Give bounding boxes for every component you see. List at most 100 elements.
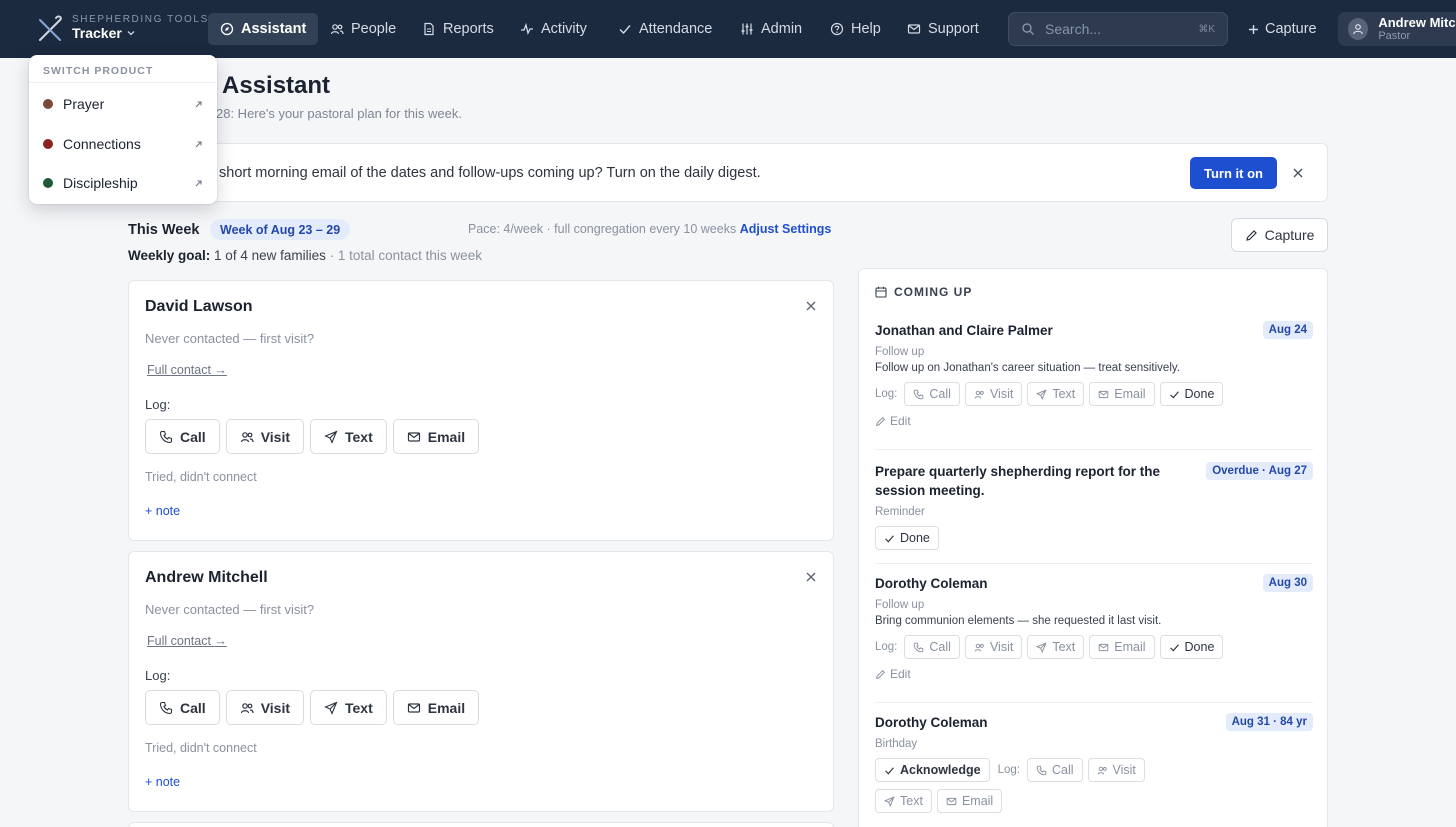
mark-done-button[interactable]: Done — [1159, 382, 1224, 406]
close-icon[interactable] — [805, 300, 817, 312]
log-text-button[interactable]: Text — [875, 789, 932, 813]
log-email-button[interactable]: Email — [392, 690, 480, 725]
acknowledge-button[interactable]: Acknowledge — [875, 758, 990, 782]
coming-up-panel: COMING UP Jonathan and Claire Palmer Aug… — [858, 268, 1328, 827]
search-box[interactable]: ⌘K — [1008, 12, 1228, 46]
mail-icon — [1098, 389, 1109, 400]
nav-support[interactable]: Support — [895, 13, 991, 45]
call-label: Call — [929, 387, 951, 401]
send-icon — [1036, 388, 1048, 400]
log-visit-button[interactable]: Visit — [1087, 758, 1145, 782]
send-icon — [884, 795, 895, 807]
shepherd-staff-logo-icon[interactable] — [36, 15, 64, 43]
log-text-button[interactable]: Text — [310, 690, 387, 725]
close-icon[interactable] — [805, 571, 817, 583]
user-role: Pastor — [1378, 30, 1411, 42]
item-description: Follow up on Jonathan's career situation… — [875, 362, 1180, 374]
nav-help-label: Help — [851, 21, 881, 37]
external-link-icon — [194, 179, 203, 188]
done-label: Done — [1184, 640, 1215, 654]
tried-didnt-connect-link[interactable]: Tried, didn't connect — [145, 741, 257, 755]
user-menu[interactable]: Andrew Mitchell Pastor — [1338, 12, 1456, 46]
turn-on-digest-button[interactable]: Turn it on — [1190, 157, 1277, 189]
log-visit-button[interactable]: Visit — [225, 419, 304, 454]
pencil-icon — [1245, 229, 1258, 242]
divider — [875, 563, 1313, 564]
text-label: Text — [1052, 387, 1076, 401]
mark-done-button[interactable]: Done — [875, 526, 939, 550]
nav-capture-button[interactable]: Capture — [1248, 13, 1317, 45]
nav-people[interactable]: People — [318, 13, 408, 45]
calendar-icon — [875, 286, 887, 298]
search-input[interactable] — [1045, 21, 1185, 37]
log-call-button[interactable]: Call — [904, 635, 960, 659]
log-visit-button[interactable]: Visit — [225, 690, 304, 725]
log-call-button[interactable]: Call — [1026, 758, 1083, 782]
log-email-button[interactable]: Email — [936, 789, 1003, 813]
divider — [875, 702, 1313, 703]
log-text-button[interactable]: Text — [310, 419, 387, 454]
coming-up-item: Dorothy Coleman Aug 31 · 84 yr Birthday … — [875, 713, 1313, 813]
item-title[interactable]: Dorothy Coleman — [875, 574, 1313, 593]
add-note-link[interactable]: + note — [145, 504, 180, 518]
contact-status: Never contacted — first visit? — [145, 602, 315, 617]
close-icon[interactable] — [1291, 166, 1305, 180]
contact-card: Andrew Mitchell Never contacted — first … — [128, 551, 834, 812]
capture-label: Capture — [1264, 227, 1315, 243]
switcher-item-label: Connections — [63, 136, 141, 152]
divider — [875, 449, 1313, 450]
nav-activity[interactable]: Activity — [508, 13, 599, 45]
log-email-button[interactable]: Email — [1089, 382, 1155, 406]
log-email-button[interactable]: Email — [392, 419, 480, 454]
nav-reports[interactable]: Reports — [410, 13, 506, 45]
log-email-button[interactable]: Email — [1089, 635, 1155, 659]
switcher-item-discipleship[interactable]: Discipleship — [29, 168, 217, 198]
log-visit-button[interactable]: Visit — [964, 635, 1023, 659]
product-color-dot — [43, 139, 53, 149]
edit-link[interactable]: Edit — [875, 667, 1313, 681]
capture-button[interactable]: Capture — [1231, 218, 1328, 252]
edit-link[interactable]: Edit — [875, 414, 1313, 428]
item-title[interactable]: Prepare quarterly shepherding report for… — [875, 462, 1175, 500]
log-label: Log: — [875, 641, 898, 653]
log-call-button[interactable]: Call — [145, 690, 220, 725]
divider — [29, 82, 217, 83]
nav-admin[interactable]: Admin — [728, 13, 814, 45]
nav-reports-label: Reports — [443, 21, 494, 37]
full-contact-link[interactable]: Full contact → — [147, 363, 227, 377]
visit-label: Visit — [1112, 763, 1136, 777]
search-shortcut: ⌘K — [1198, 23, 1215, 35]
nav-attendance[interactable]: Attendance — [606, 13, 724, 45]
nav-assistant[interactable]: Assistant — [208, 13, 319, 45]
switcher-item-prayer[interactable]: Prayer — [29, 89, 217, 119]
full-contact-link[interactable]: Full contact → — [147, 634, 227, 648]
pace-text: Pace: 4/week · full congregation every 1… — [468, 222, 737, 236]
switcher-item-connections[interactable]: Connections — [29, 129, 217, 159]
product-switcher-toggle[interactable]: Tracker — [72, 25, 136, 41]
people-icon — [240, 430, 254, 444]
contact-name: Andrew Mitchell — [145, 569, 268, 586]
tried-didnt-connect-link[interactable]: Tried, didn't connect — [145, 470, 257, 484]
log-text-button[interactable]: Text — [1027, 635, 1085, 659]
weekly-goal-extra: · 1 total contact this week — [329, 248, 482, 263]
log-visit-button[interactable]: Visit — [964, 382, 1023, 406]
email-label: Email — [427, 699, 466, 716]
product-color-dot — [43, 99, 53, 109]
coming-up-item: Prepare quarterly shepherding report for… — [875, 462, 1313, 550]
mail-icon — [407, 701, 421, 715]
people-icon — [974, 642, 985, 653]
nav-help[interactable]: Help — [818, 13, 893, 45]
adjust-settings-link[interactable]: Adjust Settings — [740, 222, 832, 236]
top-navbar: SHEPHERDING TOOLS Tracker Assistant Peop… — [0, 0, 1456, 58]
log-text-button[interactable]: Text — [1027, 382, 1085, 406]
add-note-link[interactable]: + note — [145, 775, 180, 789]
nav-assistant-label: Assistant — [241, 21, 307, 37]
visit-label: Visit — [989, 640, 1014, 654]
page-subtitle: 28: Here's your pastoral plan for this w… — [216, 106, 462, 121]
log-call-button[interactable]: Call — [904, 382, 960, 406]
item-date-badge: Aug 24 — [1262, 321, 1313, 339]
item-title[interactable]: Jonathan and Claire Palmer — [875, 321, 1313, 340]
edit-label: Edit — [890, 667, 911, 681]
mark-done-button[interactable]: Done — [1159, 635, 1224, 659]
log-call-button[interactable]: Call — [145, 419, 220, 454]
